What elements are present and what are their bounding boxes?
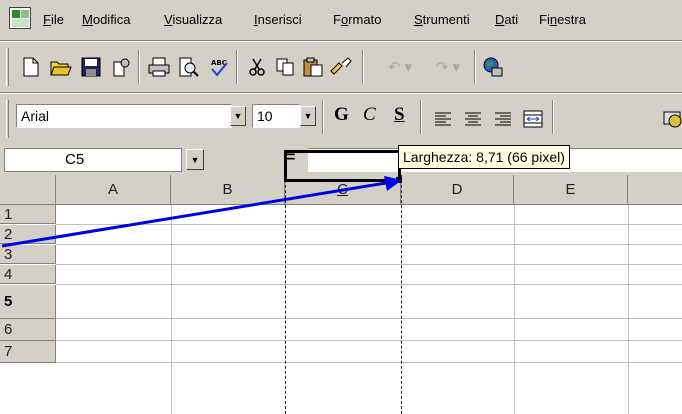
annotation-arrow-icon [1, 176, 402, 248]
